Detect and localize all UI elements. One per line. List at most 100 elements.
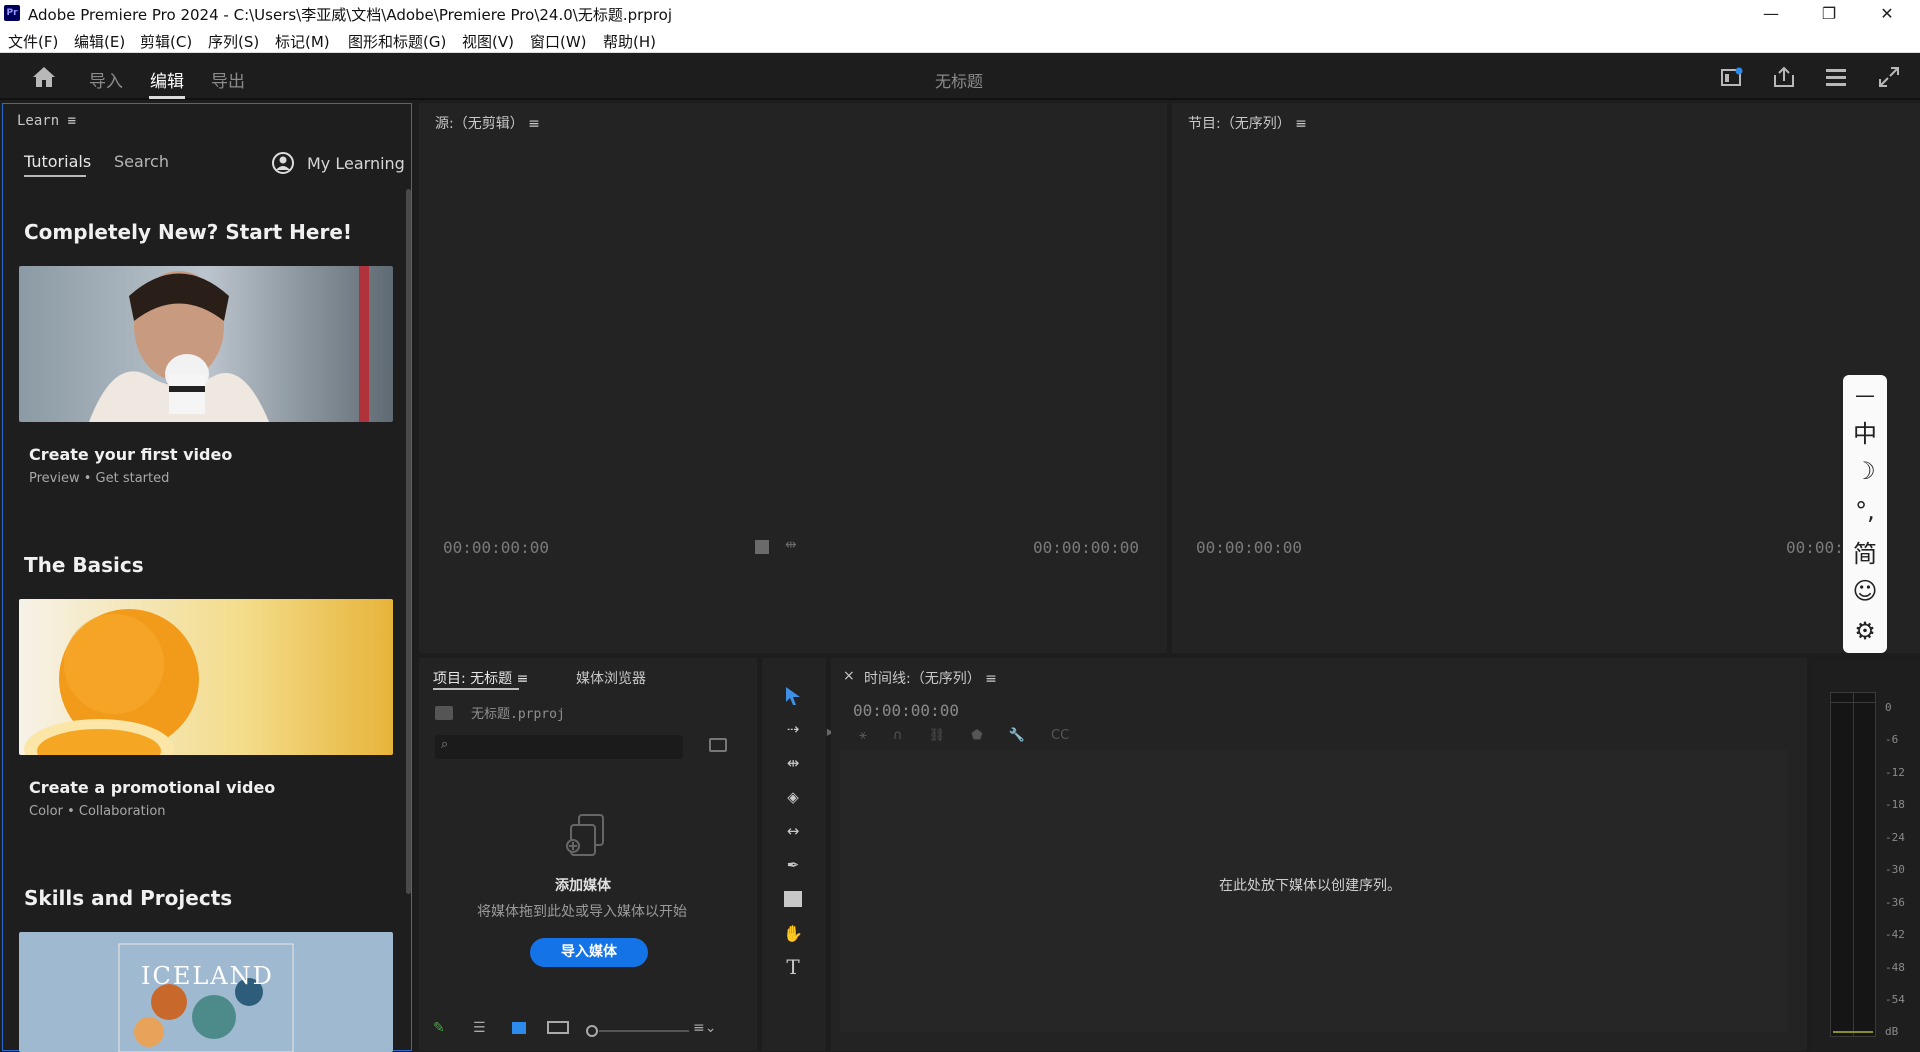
program-timecode-right: 00:00:: [1786, 538, 1844, 557]
zoom-slider-handle[interactable]: [586, 1025, 598, 1037]
workspace-edit-tab[interactable]: 编辑: [150, 67, 184, 92]
captions-icon[interactable]: CC: [1051, 728, 1069, 743]
freeform-view-icon[interactable]: [547, 1021, 569, 1034]
minimize-button[interactable]: —: [1746, 0, 1796, 27]
ripple-edit-tool-icon[interactable]: ⇹: [778, 748, 808, 778]
tab-media-browser[interactable]: 媒体浏览器: [576, 668, 646, 688]
linked-selection-icon[interactable]: ⛓: [929, 728, 946, 743]
card-title[interactable]: Create your first video: [29, 445, 232, 464]
learn-scrollbar[interactable]: [406, 189, 411, 894]
razor-tool-icon[interactable]: ◈: [778, 782, 808, 812]
user-avatar-icon[interactable]: [272, 152, 294, 174]
ime-punctuation-icon[interactable]: °,: [1843, 493, 1887, 529]
timeline-title[interactable]: 时间线:（无序列） ≡: [864, 668, 997, 688]
menu-clip[interactable]: 剪辑(C): [140, 31, 192, 52]
source-monitor-title[interactable]: 源:（无剪辑） ≡: [435, 113, 540, 133]
program-timecode-left[interactable]: 00:00:00:00: [1196, 538, 1302, 557]
track-select-tool-icon[interactable]: ⇢: [778, 714, 808, 744]
write-on-icon[interactable]: ✎: [433, 1020, 445, 1036]
menu-sequence[interactable]: 序列(S): [208, 31, 259, 52]
learn-panel: Learn ≡ Tutorials Search My Learning Com…: [2, 103, 412, 1052]
workspace-header: 导入 编辑 导出 无标题: [0, 54, 1920, 100]
hand-tool-icon[interactable]: ✋: [778, 918, 808, 948]
tab-project[interactable]: 项目: 无标题 ≡: [433, 668, 528, 688]
meter-level-label: -48: [1885, 961, 1905, 974]
project-file-name: 无标题.prproj: [471, 707, 565, 722]
project-tab-underline: [433, 688, 519, 690]
learn-panel-title: Learn ≡: [17, 113, 77, 129]
timeline-settings-icon[interactable]: 🔧: [1009, 728, 1025, 743]
snap-icon[interactable]: ∩: [893, 728, 903, 743]
new-search-bin-icon[interactable]: [709, 738, 727, 752]
source-timecode-left[interactable]: 00:00:00:00: [443, 538, 549, 557]
program-monitor-title[interactable]: 节目:（无序列） ≡: [1188, 113, 1307, 133]
bin-icon: [435, 706, 453, 720]
quick-export-icon[interactable]: [1719, 64, 1745, 90]
menu-window[interactable]: 窗口(W): [530, 31, 587, 52]
ime-halfwidth-icon[interactable]: ☽: [1843, 453, 1887, 489]
slip-tool-icon[interactable]: ↔: [778, 816, 808, 846]
sort-icon[interactable]: ≡⌄: [693, 1020, 716, 1036]
menu-edit[interactable]: 编辑(E): [74, 31, 125, 52]
meter-level-label: dB: [1885, 1025, 1899, 1038]
program-monitor-panel: 节目:（无序列） ≡ 00:00:00:00 00:00: ⬟ { } ⇤ ◂|…: [1172, 103, 1920, 740]
workspaces-menu-icon[interactable]: [1823, 64, 1849, 90]
audio-meter-bar: [1830, 692, 1876, 1037]
empty-state-title: 添加媒体: [555, 878, 611, 894]
meter-level-label: -6: [1885, 733, 1899, 746]
ime-settings-icon[interactable]: ⚙: [1843, 613, 1887, 649]
selection-tool-icon[interactable]: [778, 681, 808, 711]
workspace-import-tab[interactable]: 导入: [89, 67, 123, 92]
import-media-button[interactable]: 导入媒体: [530, 938, 648, 967]
ime-chinese-mode[interactable]: 中: [1843, 413, 1887, 449]
close-button[interactable]: ✕: [1862, 0, 1912, 27]
home-icon[interactable]: [31, 64, 57, 90]
timeline-panel: × 时间线:（无序列） ≡ 00:00:00:00 ⚹ ∩ ⛓ ⬟ 🔧 CC 在…: [831, 658, 1807, 1051]
tutorials-tab-underline: [24, 175, 86, 177]
ime-emoji-icon[interactable]: ☺: [1843, 573, 1887, 609]
active-tab-underline: [149, 96, 185, 99]
menu-help[interactable]: 帮助(H): [603, 31, 656, 52]
meter-level-label: -30: [1885, 863, 1905, 876]
menu-graphics[interactable]: 图形和标题(G): [348, 31, 446, 52]
menu-file[interactable]: 文件(F): [8, 31, 58, 52]
menu-marker[interactable]: 标记(M): [275, 31, 330, 52]
ime-collapse-icon[interactable]: —: [1843, 377, 1887, 413]
tab-search[interactable]: Search: [114, 152, 169, 171]
card-title[interactable]: Create a promotional video: [29, 778, 275, 797]
tutorial-thumbnail-skills[interactable]: ICELAND: [19, 932, 393, 1052]
source-timecode-right: 00:00:00:00: [1033, 538, 1139, 557]
rectangle-tool-icon[interactable]: [778, 884, 808, 914]
timeline-timecode[interactable]: 00:00:00:00: [853, 701, 959, 720]
drag-video-icon[interactable]: [755, 540, 769, 554]
icon-view-icon[interactable]: [512, 1022, 526, 1034]
project-search-input[interactable]: ⌕: [435, 735, 683, 759]
restore-button[interactable]: ❐: [1804, 0, 1854, 27]
menu-view[interactable]: 视图(V): [462, 31, 514, 52]
share-icon[interactable]: [1771, 64, 1797, 90]
menu-bar: 文件(F) 编辑(E) 剪辑(C) 序列(S) 标记(M) 图形和标题(G) 视…: [0, 27, 1920, 53]
section-title: Completely New? Start Here!: [24, 220, 353, 244]
nest-icon[interactable]: ⚹: [859, 728, 867, 743]
zoom-slider[interactable]: [599, 1030, 689, 1032]
fullscreen-icon[interactable]: [1876, 64, 1902, 90]
card-tags: Color • Collaboration: [29, 804, 166, 819]
workspace-export-tab[interactable]: 导出: [211, 67, 245, 92]
my-learning-link[interactable]: My Learning: [307, 154, 405, 173]
add-media-icon: [563, 813, 611, 859]
add-marker-icon[interactable]: ⬟: [971, 728, 982, 743]
type-tool-icon[interactable]: T: [778, 952, 808, 982]
meter-level-label: -18: [1885, 798, 1905, 811]
list-view-icon[interactable]: ☰: [473, 1020, 486, 1036]
timeline-close-icon[interactable]: ×: [843, 668, 855, 684]
tutorial-thumbnail-first-video[interactable]: [19, 266, 393, 422]
timeline-toolbar: ⚹ ∩ ⛓ ⬟ 🔧 CC: [859, 728, 1069, 743]
pen-tool-icon[interactable]: ✒: [778, 850, 808, 880]
meter-level-label: -24: [1885, 831, 1905, 844]
timeline-drop-hint: 在此处放下媒体以创建序列。: [1219, 878, 1401, 894]
ime-simplified-mode[interactable]: 简: [1843, 533, 1887, 569]
drag-audio-icon[interactable]: ⇹: [785, 537, 797, 553]
tutorial-thumbnail-promotional-video[interactable]: [19, 599, 393, 755]
tab-tutorials[interactable]: Tutorials: [24, 152, 91, 171]
premiere-logo-icon: Pr: [4, 5, 20, 21]
